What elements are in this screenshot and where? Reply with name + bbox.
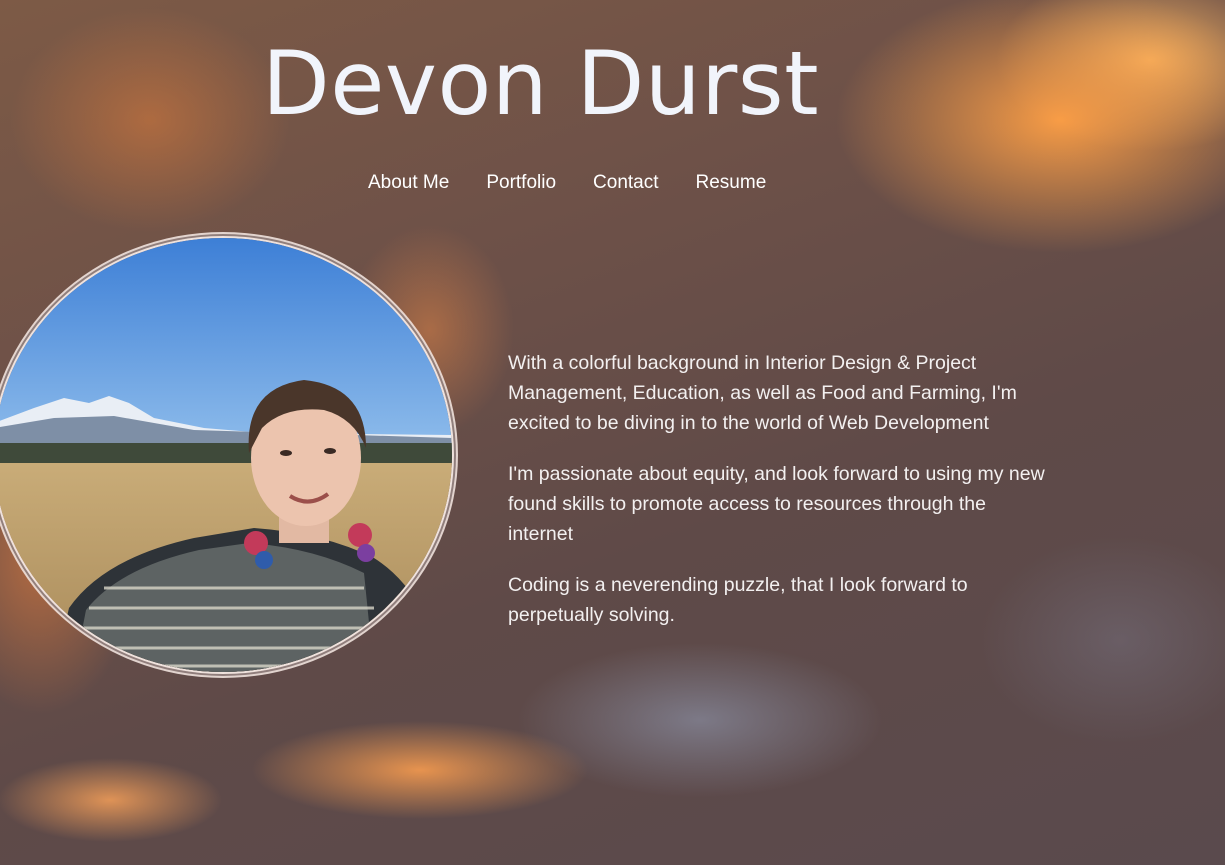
bio-section: With a colorful background in Interior D… bbox=[508, 348, 1048, 651]
nav-link-resume[interactable]: Resume bbox=[696, 172, 767, 194]
profile-photo-illustration bbox=[0, 238, 452, 672]
nav-link-about-me[interactable]: About Me bbox=[368, 172, 449, 194]
nav-link-portfolio[interactable]: Portfolio bbox=[486, 172, 556, 194]
site-title: Devon Durst bbox=[262, 32, 820, 135]
bio-paragraph: Coding is a neverending puzzle, that I l… bbox=[508, 574, 968, 626]
main-nav: About Me Portfolio Contact Resume bbox=[368, 172, 803, 194]
nav-link-contact[interactable]: Contact bbox=[593, 172, 658, 194]
profile-photo bbox=[0, 236, 454, 674]
bio-paragraph: I'm passionate about equity, and look fo… bbox=[508, 463, 1045, 545]
bio-paragraph: With a colorful background in Interior D… bbox=[508, 352, 1017, 434]
